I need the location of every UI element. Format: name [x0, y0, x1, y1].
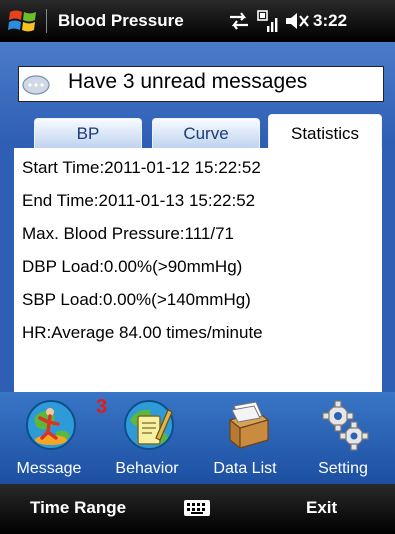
signal-strength-icon	[257, 10, 278, 32]
status-separator	[46, 9, 47, 33]
status-icons[interactable]	[228, 8, 314, 34]
main-content: Have 3 unread messages BP Curve Statisti…	[0, 42, 395, 392]
unread-messages-text: Have 3 unread messages	[68, 70, 308, 93]
stat-hr-average: HR:Average 84.00 times/minute	[22, 323, 263, 342]
dock-data-list[interactable]: Data List	[196, 392, 294, 484]
file-box-icon	[228, 401, 270, 450]
tab-statistics[interactable]: Statistics	[268, 114, 382, 150]
gears-icon	[322, 400, 369, 451]
dock-message[interactable]: Message	[0, 392, 98, 484]
tab-bp[interactable]: BP	[34, 118, 142, 149]
message-count-badge: 3	[96, 396, 108, 418]
dock-message-label: Message	[16, 460, 82, 477]
dock-behavior[interactable]: Behavior	[98, 392, 196, 484]
globe-surfer-icon	[26, 400, 76, 450]
stat-sbp-load: SBP Load:0.00%(>140mmHg)	[22, 290, 251, 309]
stat-end-time: End Time:2011-01-13 15:22:52	[22, 191, 256, 210]
clock: 3:22	[313, 11, 348, 30]
globe-notepad-icon	[124, 400, 174, 450]
tab-curve[interactable]: Curve	[152, 118, 260, 149]
status-bar: Blood Pressure 3:22	[0, 0, 395, 42]
dock-data-list-label: Data List	[213, 460, 277, 477]
dock-setting[interactable]: Setting	[294, 392, 392, 484]
dock-setting-label: Setting	[318, 460, 368, 477]
time-range-softkey[interactable]: Time Range	[30, 498, 126, 518]
chat-bubble-icon	[22, 75, 50, 95]
app-title: Blood Pressure	[58, 11, 184, 30]
stat-start-time: Start Time:2011-01-12 15:22:52	[22, 158, 261, 177]
dock-behavior-label: Behavior	[115, 460, 179, 477]
exit-softkey[interactable]: Exit	[306, 498, 337, 518]
statistics-panel: Start Time:2011-01-12 15:22:52 End Time:…	[14, 148, 382, 392]
windows-logo-icon[interactable]	[8, 7, 38, 35]
softkey-bar: Time Range Exit	[0, 484, 395, 534]
bottom-dock: Message Behavior Data List Setting	[0, 392, 395, 484]
keyboard-icon[interactable]	[183, 498, 211, 518]
sync-arrows-icon	[230, 12, 248, 30]
stat-max-bp: Max. Blood Pressure:111/71	[22, 224, 234, 243]
volume-muted-icon	[286, 13, 309, 29]
stat-dbp-load: DBP Load:0.00%(>90mmHg)	[22, 257, 243, 276]
